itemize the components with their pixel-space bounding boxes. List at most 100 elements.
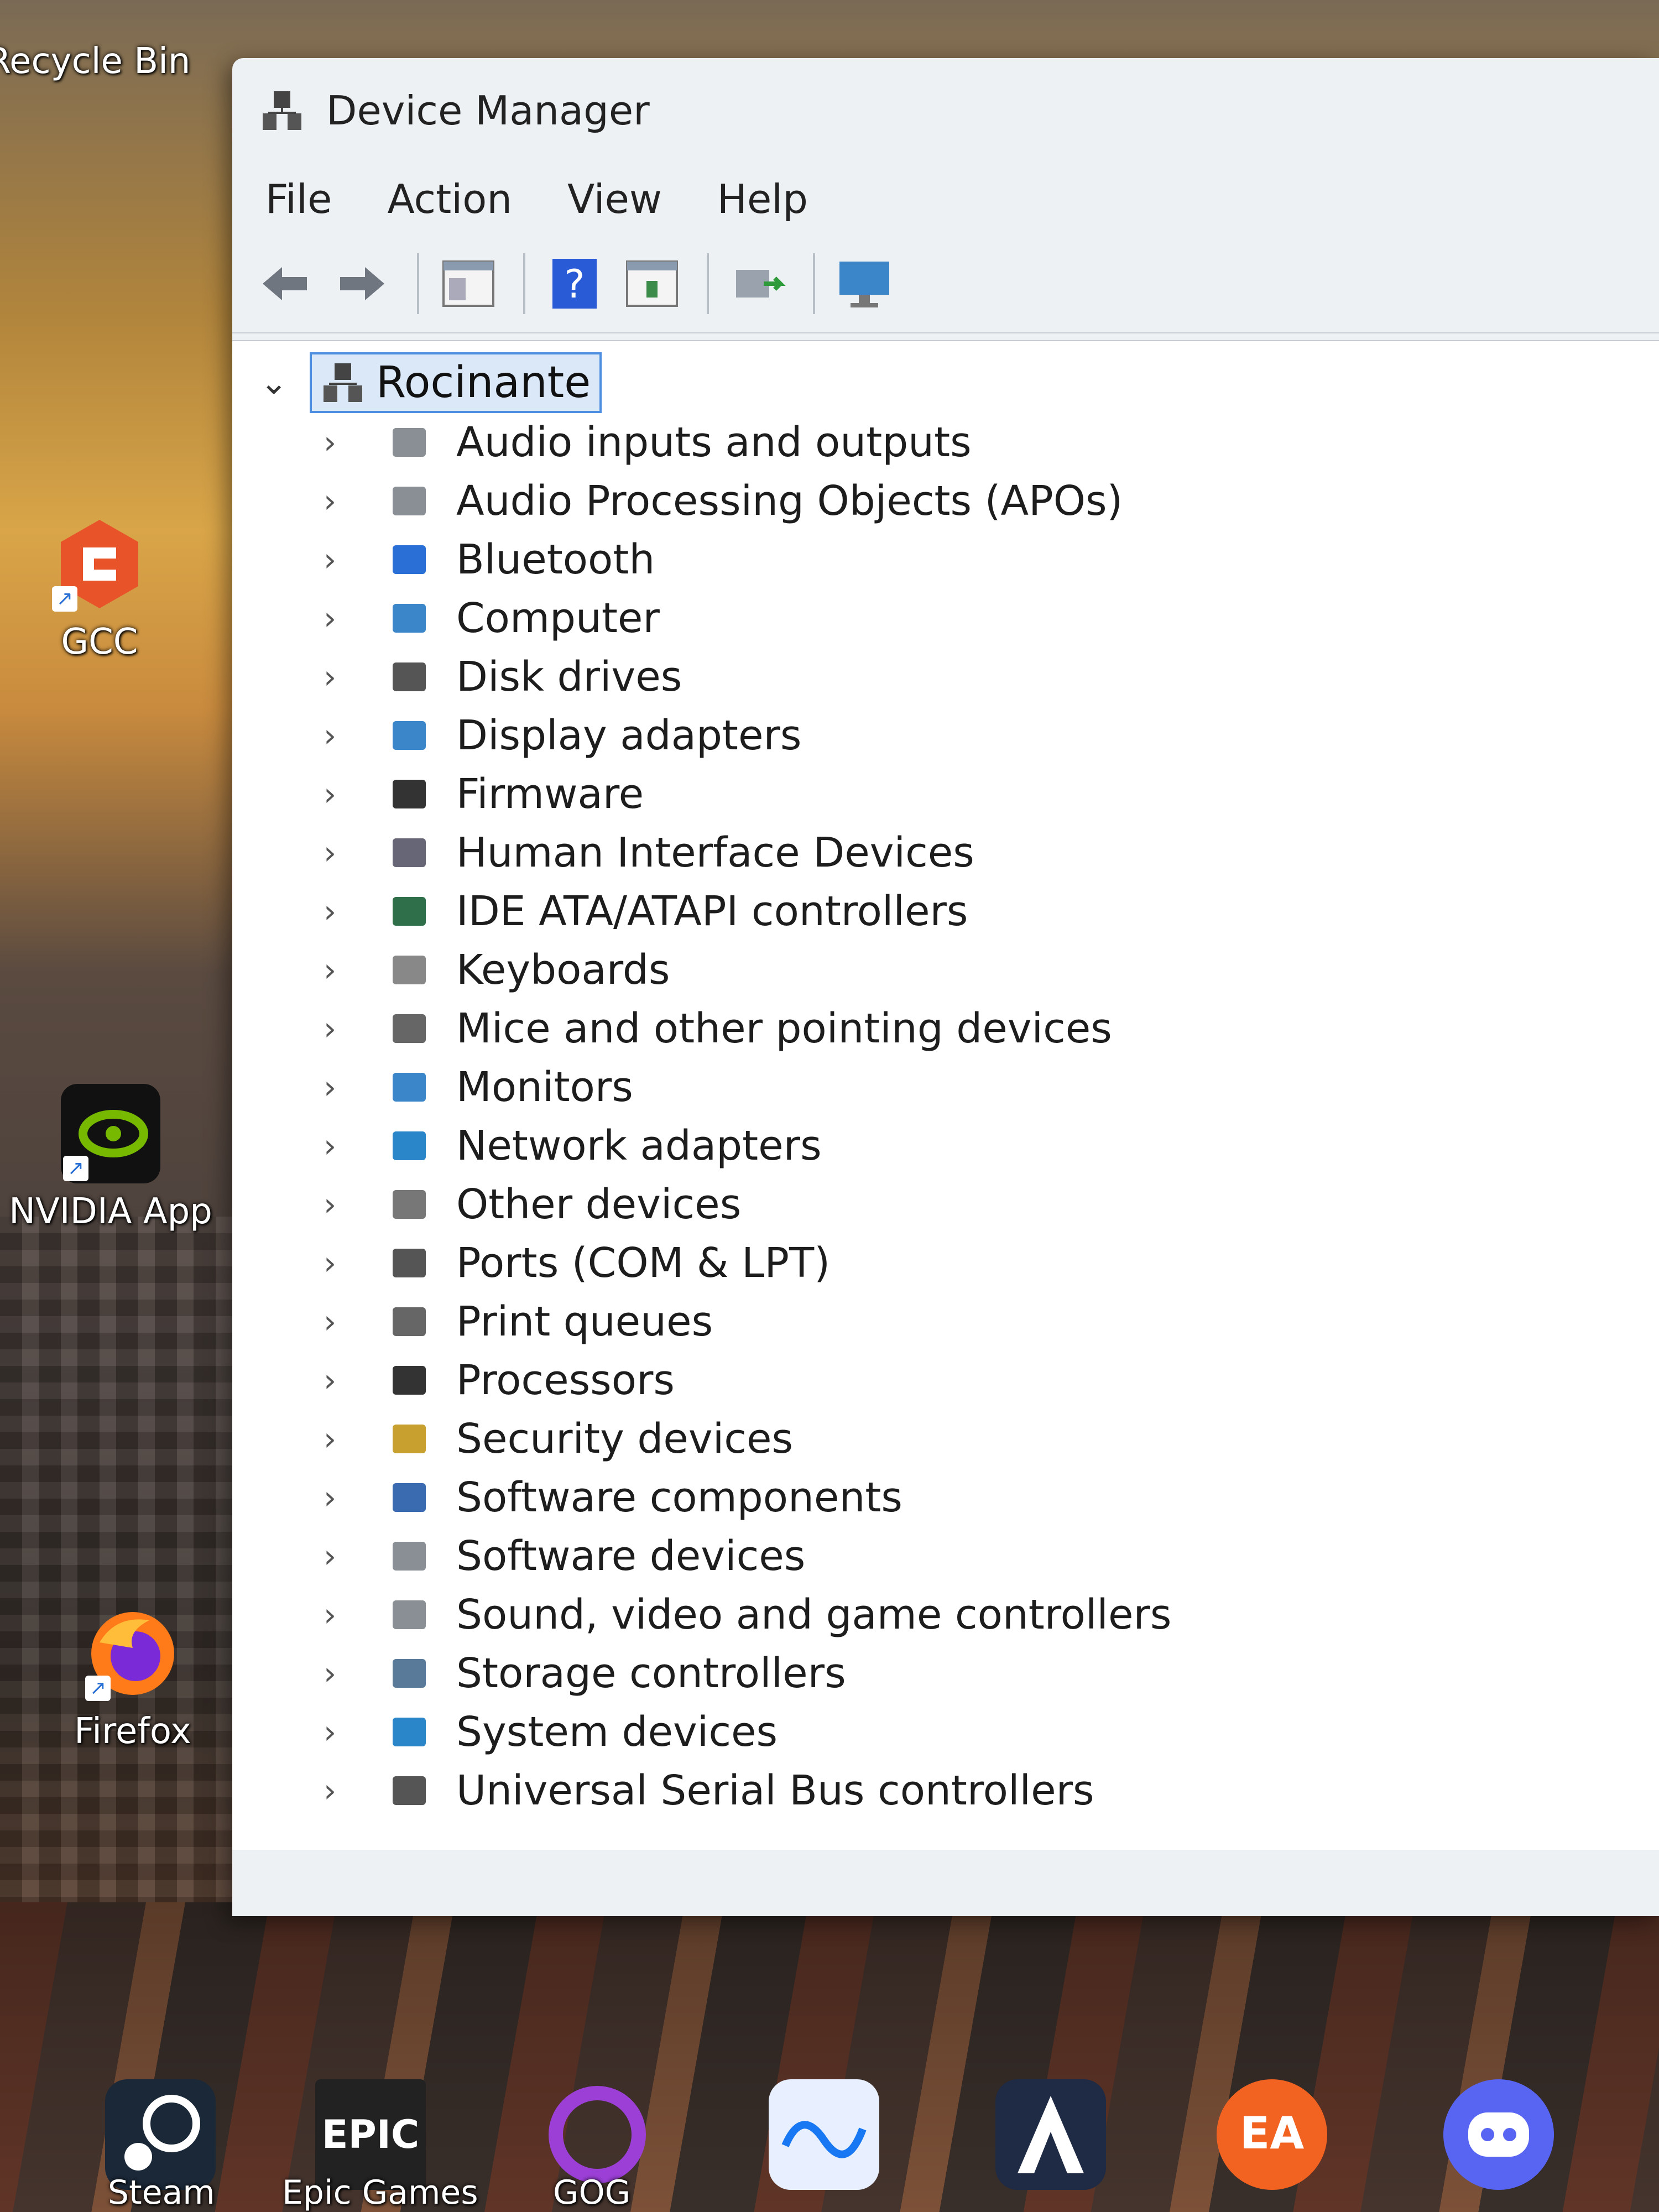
- back-button[interactable]: [249, 248, 321, 320]
- tree-category-row[interactable]: › Monitors: [232, 1058, 1659, 1117]
- dock-meta-app[interactable]: [769, 2079, 879, 2190]
- tree-category-row[interactable]: › Processors: [232, 1351, 1659, 1410]
- speaker-icon: [384, 418, 434, 467]
- tree-category-row[interactable]: › Human Interface Devices: [232, 823, 1659, 882]
- chevron-right-icon[interactable]: ›: [324, 1537, 384, 1575]
- tree-category-row[interactable]: › Mice and other pointing devices: [232, 999, 1659, 1058]
- tree-category-row[interactable]: › Display adapters: [232, 706, 1659, 765]
- chevron-right-icon[interactable]: ›: [324, 834, 384, 872]
- tree-category-row[interactable]: › Bluetooth: [232, 530, 1659, 589]
- dock-app[interactable]: [995, 2079, 1106, 2190]
- chevron-right-icon[interactable]: ›: [324, 1244, 384, 1282]
- update-driver-button[interactable]: [616, 248, 688, 320]
- help-icon: ?: [552, 258, 597, 309]
- dock-steam-label: Steam: [108, 2173, 215, 2212]
- tree-category-label: System devices: [456, 1708, 778, 1756]
- shortcut-arrow-icon: ↗: [52, 586, 77, 612]
- scan-hardware-button[interactable]: [722, 248, 794, 320]
- title-bar[interactable]: Device Manager: [232, 58, 1659, 163]
- tree-category-row[interactable]: › Network adapters: [232, 1117, 1659, 1175]
- scan-hardware-icon: [736, 269, 786, 298]
- tree-root-row[interactable]: ⌄ Rocinante: [232, 352, 1659, 413]
- chevron-down-icon[interactable]: ⌄: [260, 363, 310, 402]
- tree-category-row[interactable]: › Keyboards: [232, 941, 1659, 999]
- dock-discord[interactable]: [1443, 2079, 1554, 2190]
- tree-category-row[interactable]: › Ports (COM & LPT): [232, 1234, 1659, 1292]
- menu-view[interactable]: View: [567, 176, 662, 222]
- tree-category-label: Sound, video and game controllers: [456, 1591, 1172, 1639]
- tree-category-row[interactable]: › Sound, video and game controllers: [232, 1585, 1659, 1644]
- chevron-right-icon[interactable]: ›: [324, 1713, 384, 1751]
- chevron-right-icon[interactable]: ›: [324, 775, 384, 813]
- shortcut-arrow-icon: ↗: [63, 1156, 88, 1181]
- chevron-right-icon[interactable]: ›: [324, 1068, 384, 1106]
- tree-category-row[interactable]: › Print queues: [232, 1292, 1659, 1351]
- chevron-right-icon[interactable]: ›: [324, 658, 384, 696]
- menu-file[interactable]: File: [265, 176, 332, 222]
- chevron-right-icon[interactable]: ›: [324, 717, 384, 754]
- firefox-icon: ↗: [83, 1604, 182, 1703]
- chevron-right-icon[interactable]: ›: [324, 599, 384, 637]
- device-manager-window[interactable]: Device Manager File Action View Help ? ⌄…: [232, 58, 1659, 1916]
- desktop-icon-recycle-bin[interactable]: Recycle Bin: [0, 0, 194, 82]
- chevron-right-icon[interactable]: ›: [324, 1010, 384, 1047]
- tree-root-node[interactable]: Rocinante: [310, 352, 602, 413]
- tree-category-label: Monitors: [456, 1063, 633, 1111]
- help-button[interactable]: ?: [539, 248, 611, 320]
- tree-category-row[interactable]: › Security devices: [232, 1410, 1659, 1468]
- usb-icon: [384, 1766, 434, 1815]
- chevron-right-icon[interactable]: ›: [324, 893, 384, 930]
- network-adapter-icon: [384, 1121, 434, 1171]
- forward-button[interactable]: [326, 248, 398, 320]
- window-title: Device Manager: [326, 87, 650, 134]
- category-list: › Audio inputs and outputs › Audio Processi…: [232, 413, 1659, 1820]
- dock-gog-label: GOG: [553, 2173, 631, 2212]
- tree-category-row[interactable]: › Software components: [232, 1468, 1659, 1527]
- chevron-right-icon[interactable]: ›: [324, 482, 384, 520]
- tree-category-label: Bluetooth: [456, 536, 655, 583]
- desktop-icon-gcc[interactable]: ↗ GCC: [0, 514, 205, 662]
- tree-category-row[interactable]: › Computer: [232, 589, 1659, 648]
- chevron-right-icon[interactable]: ›: [324, 424, 384, 461]
- chevron-right-icon[interactable]: ›: [324, 541, 384, 578]
- tree-category-row[interactable]: › Universal Serial Bus controllers: [232, 1761, 1659, 1820]
- processor-icon: [384, 1355, 434, 1405]
- speaker-icon: [384, 476, 434, 526]
- menu-action[interactable]: Action: [387, 176, 512, 222]
- root-node-label: Rocinante: [376, 358, 591, 408]
- chevron-right-icon[interactable]: ›: [324, 1596, 384, 1634]
- device-tree[interactable]: ⌄ Rocinante › Audio inputs and outputs › Au…: [232, 340, 1659, 1850]
- dock-epic-games-label: Epic Games: [282, 2173, 478, 2212]
- chevron-right-icon[interactable]: ›: [324, 1361, 384, 1399]
- tree-category-row[interactable]: › Disk drives: [232, 648, 1659, 706]
- tree-category-row[interactable]: › Other devices: [232, 1175, 1659, 1234]
- dock-ea-app[interactable]: EA: [1217, 2079, 1327, 2190]
- tree-category-row[interactable]: › Storage controllers: [232, 1644, 1659, 1703]
- tree-category-row[interactable]: › Audio inputs and outputs: [232, 413, 1659, 472]
- tree-category-row[interactable]: › System devices: [232, 1703, 1659, 1761]
- toolbar-separator: [707, 253, 709, 314]
- recycle-bin-label: Recycle Bin: [0, 41, 191, 82]
- tree-category-label: Storage controllers: [456, 1650, 846, 1697]
- desktop-icon-firefox[interactable]: ↗ Firefox: [28, 1604, 238, 1752]
- tree-category-row[interactable]: › Software devices: [232, 1527, 1659, 1585]
- properties-icon: [442, 260, 494, 307]
- tree-category-row[interactable]: › Audio Processing Objects (APOs): [232, 472, 1659, 530]
- arrow-right-icon: [340, 267, 384, 300]
- tree-category-row[interactable]: › Firmware: [232, 765, 1659, 823]
- svg-text:EA: EA: [1240, 2107, 1305, 2159]
- tree-category-row[interactable]: › IDE ATA/ATAPI controllers: [232, 882, 1659, 941]
- chevron-right-icon[interactable]: ›: [324, 1303, 384, 1340]
- chevron-right-icon[interactable]: ›: [324, 1479, 384, 1516]
- chevron-right-icon[interactable]: ›: [324, 1127, 384, 1165]
- chevron-right-icon[interactable]: ›: [324, 1420, 384, 1458]
- monitor-button[interactable]: [828, 248, 900, 320]
- properties-button[interactable]: [432, 248, 504, 320]
- menu-help[interactable]: Help: [717, 176, 808, 222]
- tree-category-label: Software components: [456, 1474, 902, 1521]
- chevron-right-icon[interactable]: ›: [324, 1186, 384, 1223]
- chevron-right-icon[interactable]: ›: [324, 1655, 384, 1692]
- chevron-right-icon[interactable]: ›: [324, 951, 384, 989]
- chevron-right-icon[interactable]: ›: [324, 1772, 384, 1809]
- desktop-icon-nvidia-app[interactable]: ↗ NVIDIA App: [6, 1084, 216, 1232]
